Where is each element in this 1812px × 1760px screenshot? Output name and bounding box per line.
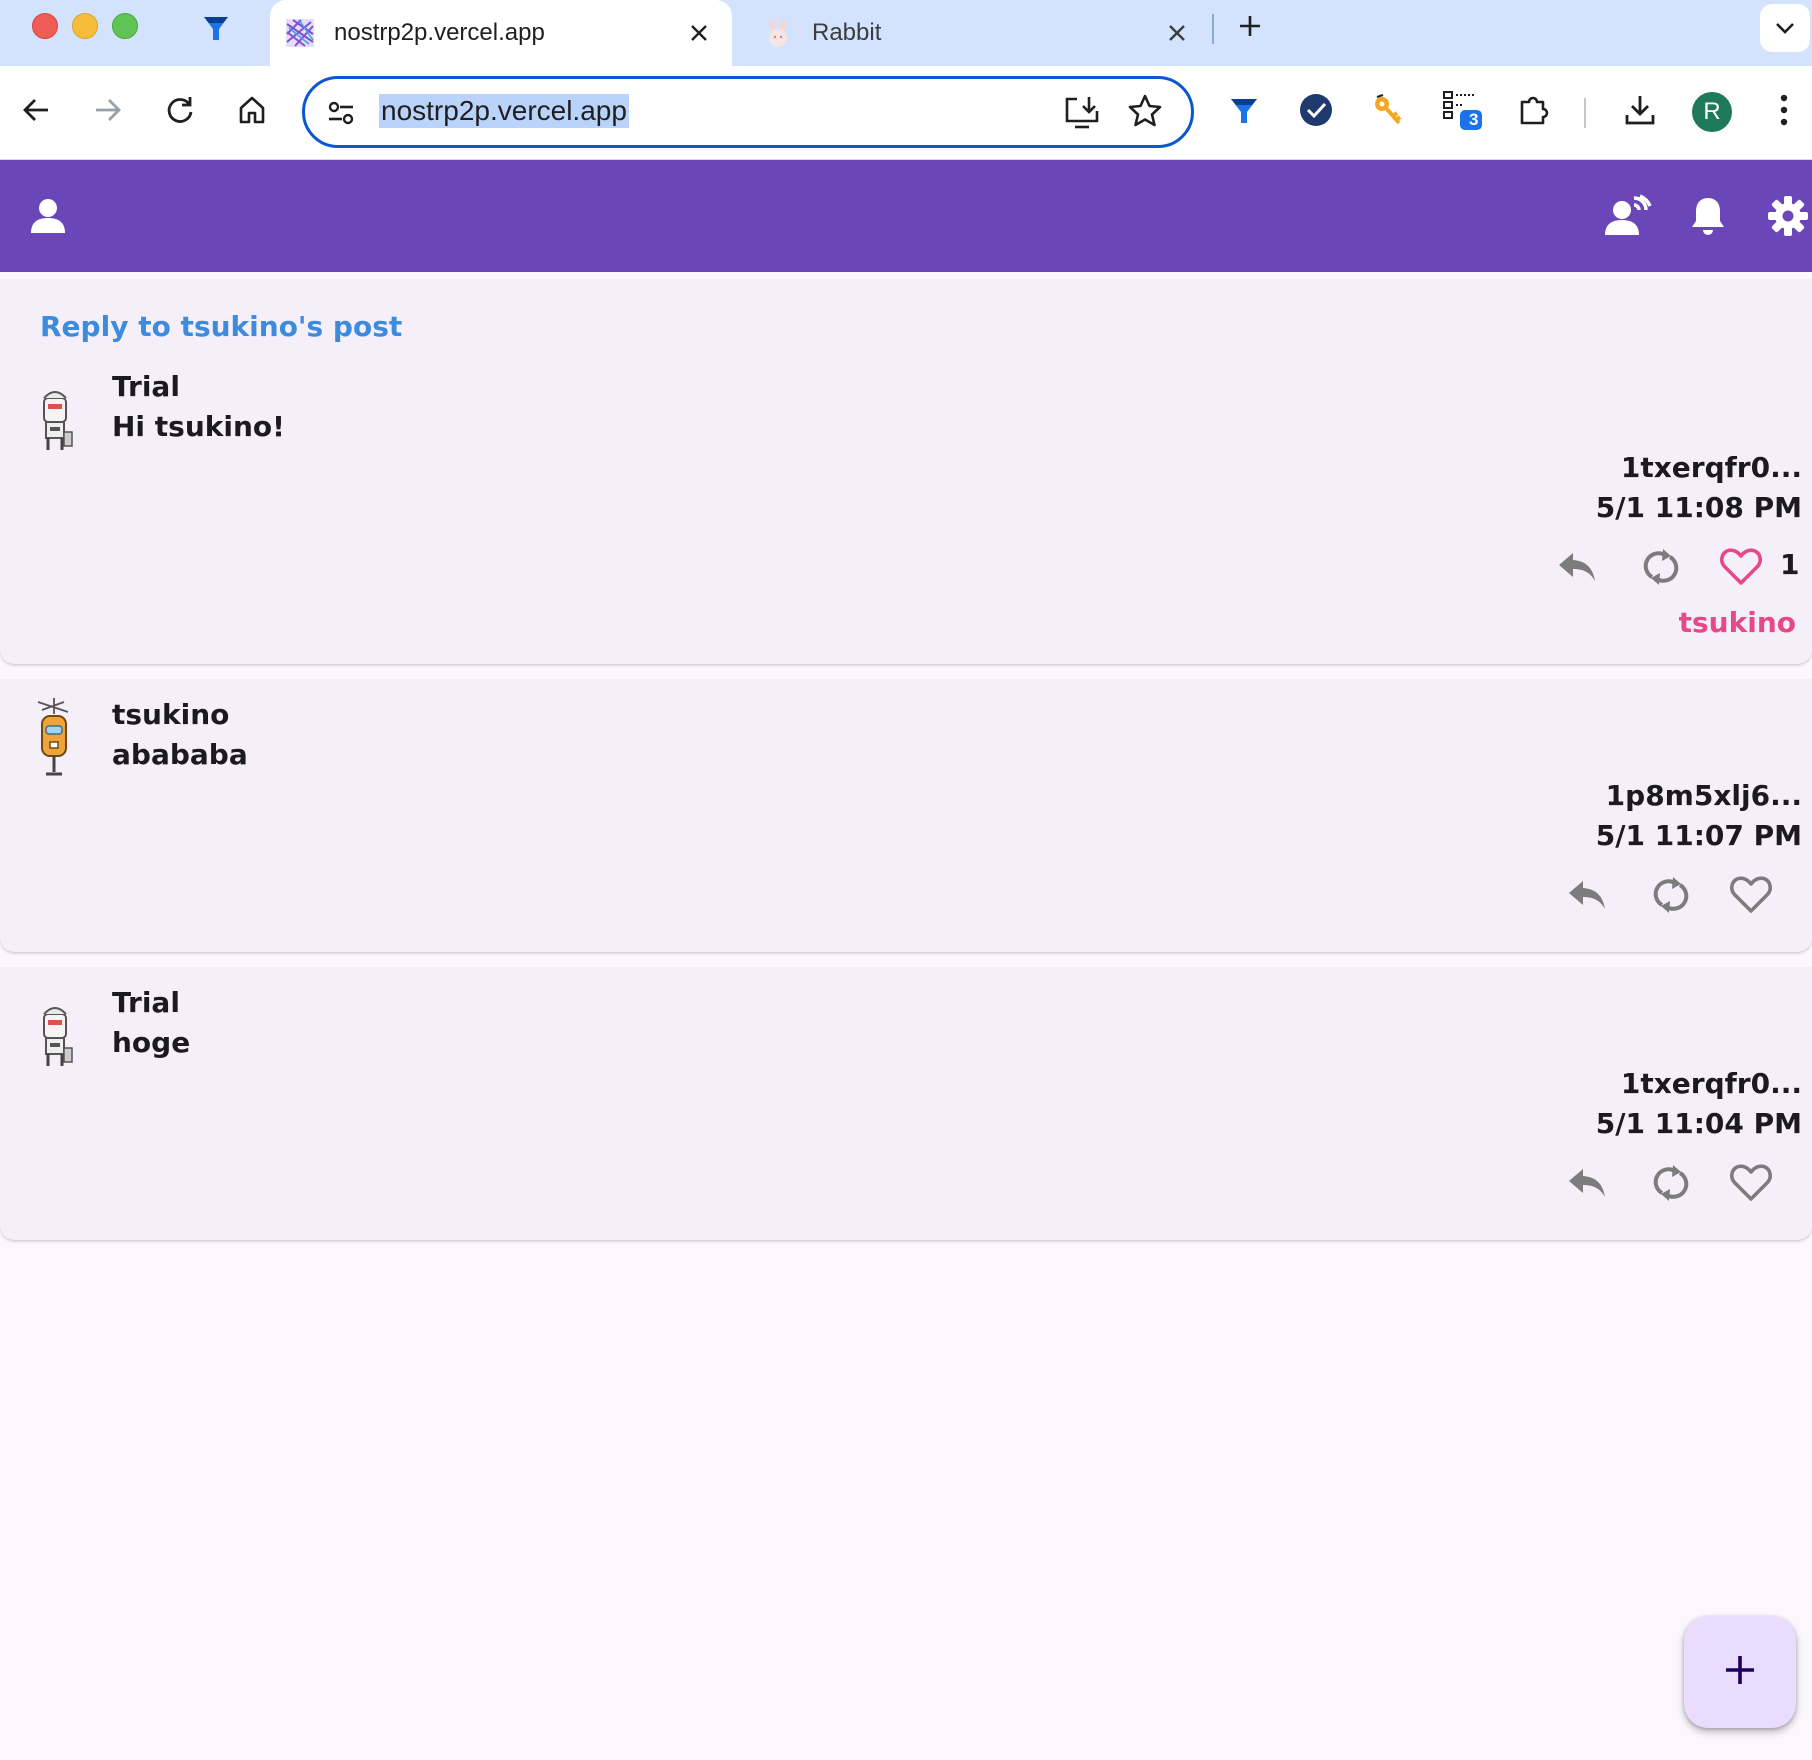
antenna-robot-avatar[interactable]	[28, 698, 84, 776]
window-minimize-button[interactable]	[72, 13, 98, 39]
repost-icon[interactable]	[1638, 544, 1684, 590]
post-timestamp: 5/1 11:08 PM	[1595, 491, 1802, 524]
bookmark-star-icon[interactable]	[1127, 93, 1163, 129]
like-heart-icon[interactable]	[1718, 544, 1764, 590]
reply-arrow-icon[interactable]	[1564, 1160, 1610, 1206]
profile-avatar[interactable]: R	[1692, 92, 1732, 132]
extension-badge: 3	[1469, 110, 1479, 129]
back-arrow-icon[interactable]	[12, 86, 60, 134]
post-card[interactable]: Reply to tsukino's post Trial Hi tsukino…	[0, 280, 1812, 664]
post-content: hoge	[112, 1026, 191, 1059]
post-actions	[1564, 872, 1784, 922]
robot-avatar[interactable]	[28, 1000, 84, 1072]
address-bar[interactable]: nostrp2p.vercel.app	[302, 76, 1194, 148]
post-card[interactable]: Trial hoge 1txerqfr0... 5/1 11:04 PM	[0, 968, 1812, 1240]
install-app-icon[interactable]	[1063, 95, 1101, 131]
browser-tab-bar: nostrp2p.vercel.app Rabbit	[0, 0, 1812, 66]
person-icon[interactable]	[22, 190, 74, 242]
post-meta: 1p8m5xlj6... 5/1 11:07 PM	[1596, 776, 1802, 856]
post-npub: 1p8m5xlj6...	[1605, 779, 1802, 812]
new-post-fab[interactable]	[1684, 1616, 1796, 1728]
tab-title: Rabbit	[812, 19, 882, 46]
tab-nostrp2p[interactable]: nostrp2p.vercel.app	[270, 0, 732, 66]
tab-close-icon[interactable]	[684, 18, 714, 48]
like-heart-icon[interactable]	[1728, 1160, 1774, 1206]
tab-divider	[1212, 14, 1214, 44]
like-count: 1	[1780, 548, 1800, 581]
tab-rabbit[interactable]: Rabbit	[748, 0, 1210, 66]
post-timestamp: 5/1 11:04 PM	[1595, 1107, 1802, 1140]
home-icon[interactable]	[228, 86, 276, 134]
relay-person-icon[interactable]	[1602, 190, 1654, 242]
settings-gear-icon[interactable]	[1762, 190, 1812, 242]
tab-search-chevron-icon[interactable]	[1760, 4, 1810, 52]
liked-by-name[interactable]: tsukino	[1679, 606, 1796, 639]
post-content: Hi tsukino!	[112, 410, 285, 443]
post-timestamp: 5/1 11:07 PM	[1595, 819, 1802, 852]
repost-icon[interactable]	[1648, 872, 1694, 918]
post-meta: 1txerqfr0... 5/1 11:04 PM	[1596, 1064, 1802, 1144]
browser-toolbar: nostrp2p.vercel.app 3 R	[0, 66, 1812, 160]
post-npub: 1txerqfr0...	[1620, 451, 1802, 484]
post-card[interactable]: tsukino abababa 1p8m5xlj6... 5/1 11:07 P…	[0, 680, 1812, 952]
nostrp2p-favicon-icon	[284, 17, 316, 49]
tab-close-icon[interactable]	[1162, 18, 1192, 48]
pinned-tab-funnel-icon[interactable]	[196, 8, 236, 48]
url-text[interactable]: nostrp2p.vercel.app	[379, 94, 629, 128]
post-actions	[1564, 1160, 1784, 1210]
toolbar-divider	[1584, 98, 1586, 128]
post-author-name[interactable]: Trial	[112, 370, 180, 403]
tree-extension-icon[interactable]: 3	[1440, 88, 1484, 132]
downloads-icon[interactable]	[1618, 88, 1662, 132]
funnel-extension-icon[interactable]	[1222, 88, 1266, 132]
reply-arrow-icon[interactable]	[1554, 544, 1600, 590]
site-settings-tune-icon[interactable]	[323, 95, 359, 131]
like-heart-icon[interactable]	[1728, 872, 1774, 918]
tab-title: nostrp2p.vercel.app	[334, 19, 545, 46]
post-meta: 1txerqfr0... 5/1 11:08 PM	[1596, 448, 1802, 528]
kebab-menu-icon[interactable]	[1762, 88, 1806, 132]
app-header	[0, 160, 1812, 272]
new-tab-plus-icon[interactable]	[1230, 6, 1270, 46]
window-zoom-button[interactable]	[112, 13, 138, 39]
check-extension-icon[interactable]	[1294, 88, 1338, 132]
reply-to-link[interactable]: Reply to tsukino's post	[40, 310, 402, 343]
extensions-puzzle-icon[interactable]	[1512, 88, 1556, 132]
rabbit-favicon-icon	[762, 17, 794, 49]
repost-icon[interactable]	[1648, 1160, 1694, 1206]
bell-icon[interactable]	[1682, 190, 1734, 242]
plus-icon	[1724, 1654, 1756, 1690]
window-close-button[interactable]	[32, 13, 58, 39]
forward-arrow-icon[interactable]	[84, 86, 132, 134]
post-content: abababa	[112, 738, 248, 771]
post-npub: 1txerqfr0...	[1620, 1067, 1802, 1100]
post-author-name[interactable]: tsukino	[112, 698, 229, 731]
reply-arrow-icon[interactable]	[1564, 872, 1610, 918]
post-actions: 1	[1554, 544, 1804, 594]
reload-icon[interactable]	[156, 86, 204, 134]
post-author-name[interactable]: Trial	[112, 986, 180, 1019]
robot-avatar[interactable]	[28, 384, 84, 456]
key-extension-icon[interactable]	[1366, 88, 1410, 132]
